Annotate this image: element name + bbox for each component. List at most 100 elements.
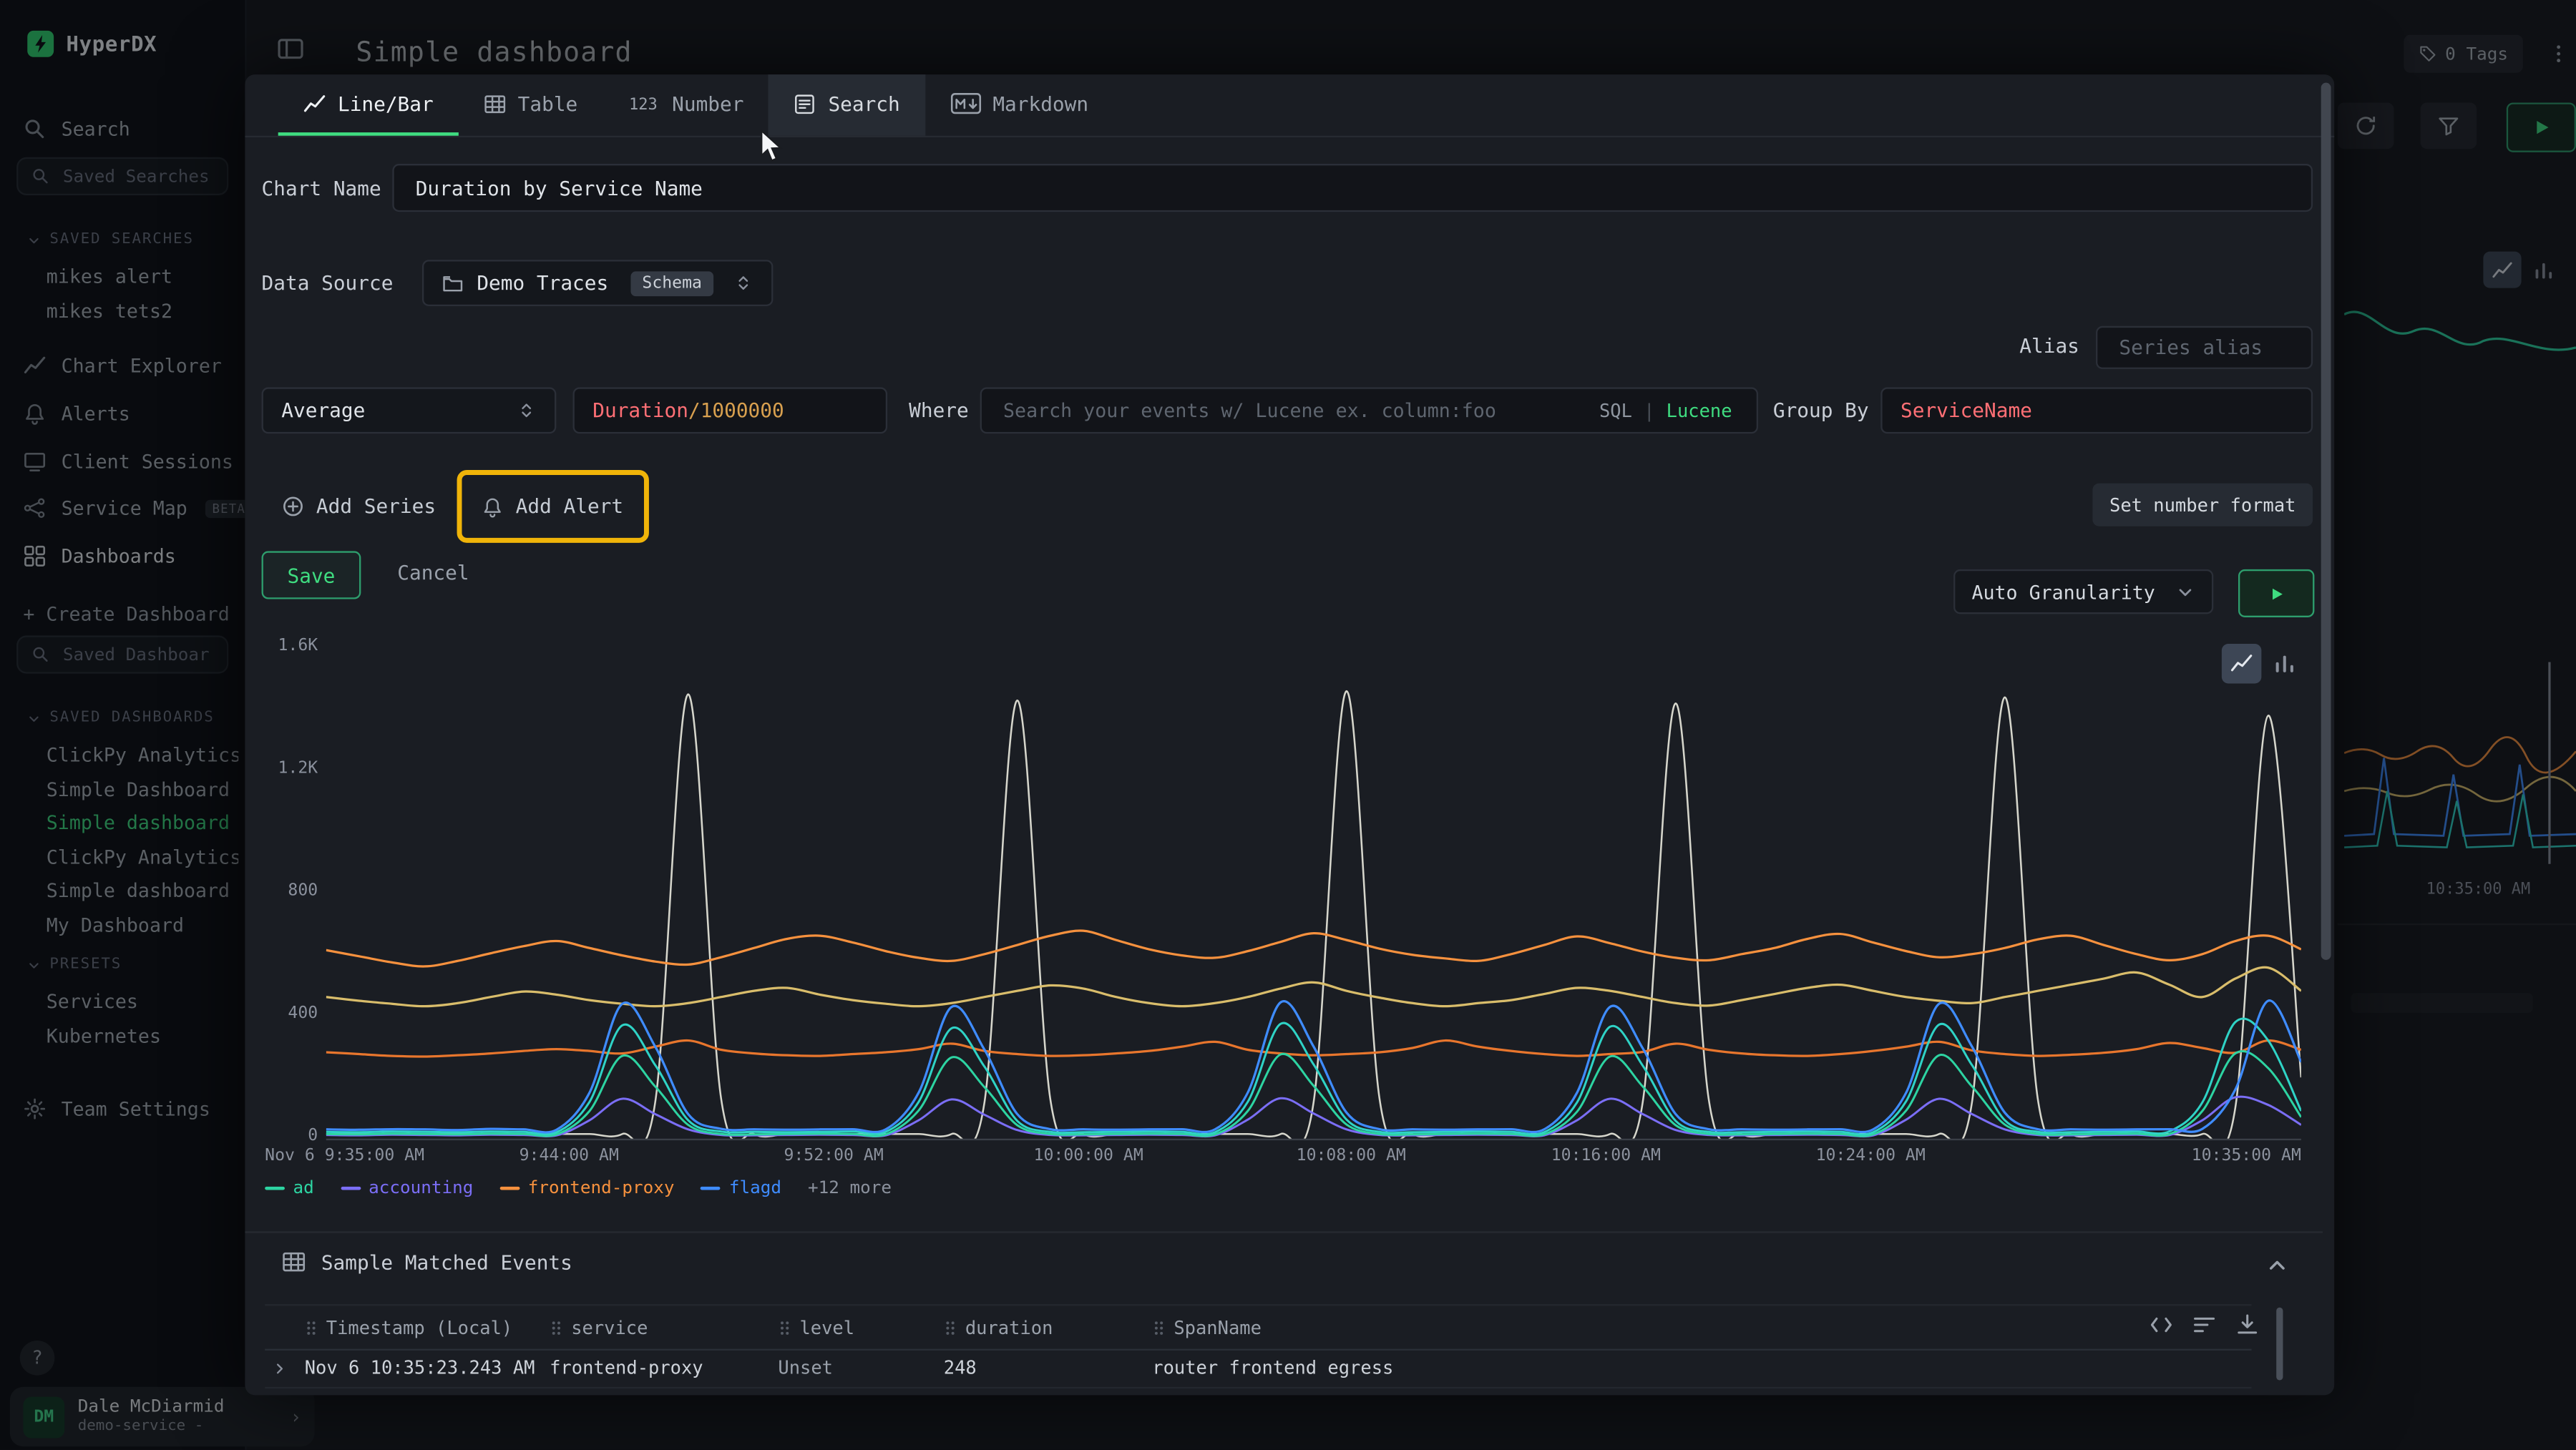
- schema-badge: Schema: [630, 270, 713, 295]
- modal-scrollbar[interactable]: [2321, 83, 2331, 960]
- tab-table[interactable]: Table: [458, 74, 602, 136]
- data-source-select[interactable]: Demo Traces Schema: [422, 260, 773, 306]
- chart-plot: [326, 642, 2301, 1139]
- y-tick-label: 0: [262, 1127, 318, 1145]
- grip-icon: [550, 1318, 563, 1336]
- legend-label: ad: [293, 1178, 314, 1198]
- aggregation-select[interactable]: Average: [262, 387, 557, 433]
- updown-chevron-icon: [517, 401, 537, 421]
- set-number-format-button[interactable]: Set number format: [2092, 484, 2313, 526]
- row-expand-cell[interactable]: [265, 1388, 305, 1395]
- granularity-select[interactable]: Auto Granularity: [1953, 569, 2213, 614]
- metric-suffix-value: /1000000: [688, 399, 784, 422]
- collapse-chevron-icon[interactable]: [2265, 1253, 2290, 1278]
- column-label: Timestamp (Local): [326, 1316, 512, 1338]
- chart-type-toggle: [2222, 644, 2305, 684]
- column-settings-icon[interactable]: [2192, 1313, 2217, 1338]
- legend-item-accounting[interactable]: accounting: [341, 1178, 474, 1198]
- x-tick-label: 10:16:00 AM: [1551, 1147, 1661, 1165]
- add-alert-highlight: Add Alert: [457, 470, 649, 543]
- x-tick-label: 9:44:00 AM: [519, 1147, 619, 1165]
- tab-label: Markdown: [992, 92, 1088, 114]
- y-tick-label: 1.6K: [262, 637, 318, 655]
- tab-search[interactable]: Search: [769, 74, 924, 136]
- column-header-duration[interactable]: duration: [944, 1306, 1153, 1348]
- tab-number[interactable]: 123Number: [602, 74, 769, 136]
- grip-icon: [1152, 1318, 1166, 1336]
- x-tick-label: 10:24:00 AM: [1816, 1147, 1926, 1165]
- cell-service: frontend-proxy: [550, 1388, 778, 1395]
- column-header-service[interactable]: service: [550, 1306, 778, 1348]
- legend-dash: [701, 1187, 721, 1190]
- where-label: Where: [909, 399, 969, 422]
- bell-icon: [482, 496, 504, 517]
- data-source-value: Demo Traces: [477, 271, 608, 294]
- series-quote: [326, 691, 2301, 1139]
- aggregation-value: Average: [281, 399, 365, 422]
- grip-icon: [778, 1318, 791, 1336]
- legend-item-flagd[interactable]: flagd: [701, 1178, 781, 1198]
- column-header-level[interactable]: level: [778, 1306, 943, 1348]
- cell-timestamp: Nov 6 10:35:23.243 AM: [305, 1349, 550, 1387]
- events-header: Sample Matched Events: [281, 1250, 572, 1275]
- legend-item-frontend-proxy[interactable]: frontend-proxy: [499, 1178, 674, 1198]
- line-chart-icon: [2230, 652, 2253, 675]
- x-tick-label: 10:00:00 AM: [1034, 1147, 1143, 1165]
- n123-icon: 123: [628, 93, 660, 114]
- tab-markdown[interactable]: Markdown: [924, 74, 1113, 136]
- legend-dash: [265, 1187, 285, 1190]
- granularity-value: Auto Granularity: [1971, 580, 2155, 603]
- query-language-toggle[interactable]: SQL | Lucene: [1599, 387, 1732, 433]
- bar-chart-toggle[interactable]: [2265, 644, 2305, 684]
- line-chart-toggle[interactable]: [2222, 644, 2262, 684]
- group-by-input[interactable]: ServiceName: [1880, 387, 2313, 433]
- lucene-option[interactable]: Lucene: [1667, 400, 1732, 421]
- row-expand-cell[interactable]: [265, 1349, 305, 1387]
- doc-icon: [794, 92, 816, 114]
- column-header-spanname[interactable]: SpanName: [1152, 1306, 2251, 1348]
- tab-label: Line/Bar: [338, 92, 434, 114]
- table-row[interactable]: Nov 6 10:35:23.243 AMfrontend-proxyUnset…: [265, 1349, 2251, 1389]
- metric-field-input[interactable]: Duration/1000000: [573, 387, 888, 433]
- x-tick-label: 9:52:00 AM: [784, 1147, 883, 1165]
- run-chart-button[interactable]: [2238, 569, 2314, 617]
- header-spacer: [265, 1306, 305, 1348]
- column-label: SpanName: [1174, 1316, 1262, 1338]
- y-tick-label: 1.2K: [262, 759, 318, 777]
- tab-line-bar[interactable]: Line/Bar: [278, 74, 459, 136]
- chevron-right-icon: [271, 1360, 288, 1376]
- add-alert-button[interactable]: Add Alert: [482, 495, 623, 518]
- chart-legend: ad accounting frontend-proxy flagd +12 more: [265, 1178, 892, 1198]
- chevron-down-icon: [2175, 582, 2195, 602]
- alias-input-wrap: [2096, 326, 2313, 369]
- folder-icon: [442, 273, 464, 294]
- x-tick-label: Nov 6 9:35:00 AM: [265, 1147, 424, 1165]
- add-series-button[interactable]: Add Series: [281, 485, 436, 528]
- chart-name-input[interactable]: [412, 175, 2293, 201]
- data-source-label: Data Source: [262, 271, 394, 294]
- sql-option[interactable]: SQL: [1599, 400, 1632, 421]
- plus-circle-icon: [281, 495, 304, 518]
- events-divider: [245, 1231, 2323, 1233]
- events-table-header: Timestamp (Local) servicelevelduration Spa…: [265, 1304, 2251, 1351]
- x-axis-line: [326, 1139, 2301, 1140]
- chart-name-label: Chart Name: [262, 177, 381, 200]
- series-frontend-proxy: [326, 931, 2301, 966]
- legend-label: flagd: [729, 1178, 781, 1198]
- cell-level: Unset: [778, 1388, 943, 1395]
- table-row[interactable]: Nov 6 10:35:23.243 AMfrontend-proxyUnset…: [265, 1388, 2251, 1395]
- legend-item-ad[interactable]: ad: [265, 1178, 314, 1198]
- save-button[interactable]: Save: [262, 551, 361, 599]
- table-icon: [281, 1250, 306, 1275]
- alias-input[interactable]: [2116, 334, 2293, 361]
- table-icon: [483, 92, 506, 114]
- cell-duration: 248: [944, 1349, 1153, 1387]
- cancel-button[interactable]: Cancel: [397, 551, 469, 595]
- events-scrollbar[interactable]: [2276, 1308, 2283, 1381]
- column-header-timestamp-local-[interactable]: Timestamp (Local): [305, 1306, 550, 1348]
- download-icon[interactable]: [2235, 1313, 2260, 1338]
- code-icon[interactable]: [2149, 1313, 2174, 1338]
- cell-level: Unset: [778, 1349, 943, 1387]
- legend-more[interactable]: +12 more: [808, 1178, 892, 1198]
- editor-tabs: Line/Bar Table123NumberSearch Markdown: [245, 74, 2334, 137]
